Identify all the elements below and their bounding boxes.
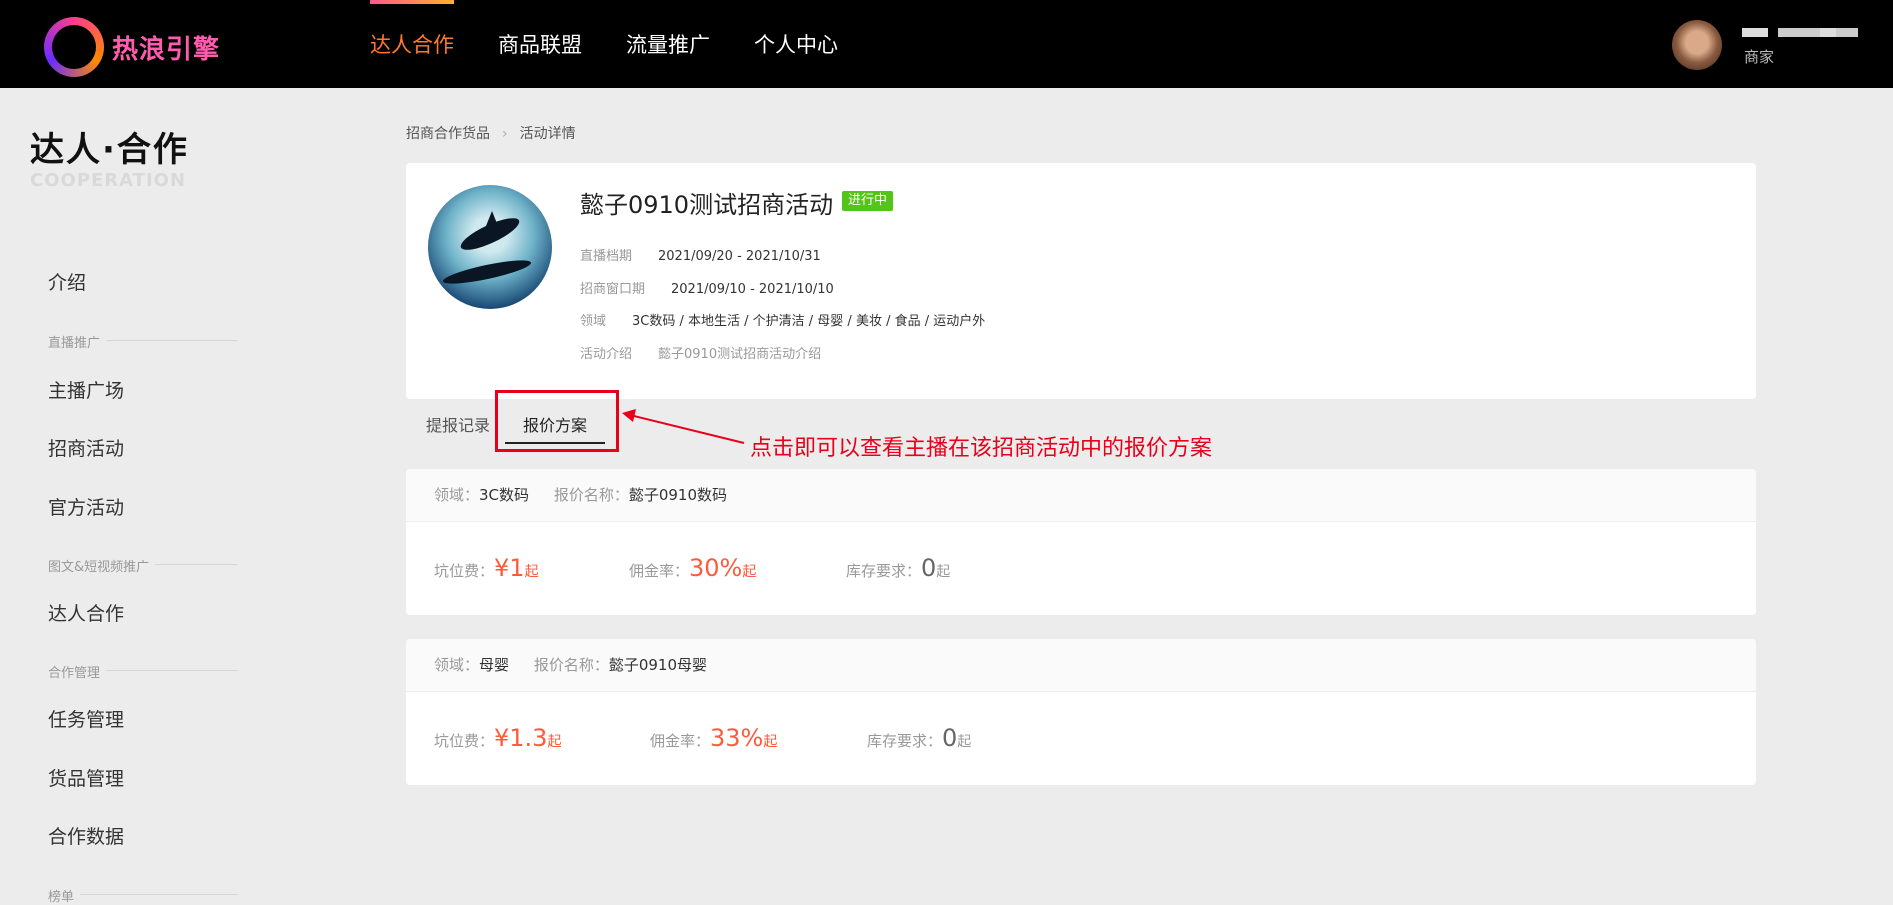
sidebar-group-live: 直播推广 — [48, 332, 238, 351]
quote-card: 领域：3C数码 报价名称：懿子0910数码 坑位费：¥1起 佣金率：30%起 库… — [406, 469, 1756, 615]
chevron-right-icon: › — [502, 126, 508, 142]
stock-requirement: 库存要求：0起 — [846, 554, 951, 582]
sidebar-item-daren-cooperation[interactable]: 达人合作 — [48, 599, 124, 626]
info-domain: 领域 3C数码 / 本地生活 / 个护清洁 / 母婴 / 美妆 / 食品 / 运动… — [580, 314, 986, 329]
activity-title: 懿子0910测试招商活动 — [580, 191, 834, 219]
user-name-redacted — [1742, 28, 1768, 37]
commission-rate: 佣金率：30%起 — [629, 554, 757, 582]
annotation-text: 点击即可以查看主播在该招商活动中的报价方案 — [750, 436, 1213, 461]
top-bar: 热浪引擎 达人合作 商品联盟 流量推广 个人中心 商家 — [0, 0, 1893, 88]
commission-rate: 佣金率：33%起 — [650, 724, 778, 752]
sidebar-item-cooperation-data[interactable]: 合作数据 — [48, 822, 124, 849]
sidebar-item-official-activity[interactable]: 官方活动 — [48, 493, 124, 520]
nav-liuliang-tuiguang[interactable]: 流量推广 — [626, 0, 710, 88]
user-menu[interactable]: 商家 — [1672, 18, 1882, 72]
status-badge: 进行中 — [842, 191, 894, 211]
brand-logo[interactable]: 热浪引擎 — [44, 15, 224, 77]
stock-requirement: 库存要求：0起 — [867, 724, 972, 752]
quote-header: 领域：3C数码 报价名称：懿子0910数码 — [406, 469, 1756, 522]
avatar[interactable] — [1672, 20, 1722, 70]
sidebar-item-anchor-square[interactable]: 主播广场 — [48, 376, 124, 403]
sidebar: 达人·合作 COOPERATION 介绍 直播推广 主播广场 招商活动 官方活动… — [0, 88, 270, 905]
logo-ring-icon — [44, 17, 104, 77]
activity-card: 懿子0910测试招商活动 进行中 直播档期 2021/09/20 - 2021/1… — [406, 163, 1756, 399]
info-window-period: 招商窗口期 2021/09/10 - 2021/10/10 — [580, 282, 834, 297]
slot-fee: 坑位费：¥1起 — [434, 554, 539, 582]
quote-card: 领域：母婴 报价名称：懿子0910母婴 坑位费：¥1.3起 佣金率：33%起 库… — [406, 639, 1756, 785]
info-live-period: 直播档期 2021/09/20 - 2021/10/31 — [580, 249, 821, 264]
logo-text: 热浪引擎 — [112, 35, 221, 65]
quote-header: 领域：母婴 报价名称：懿子0910母婴 — [406, 639, 1756, 692]
nav-daren-hezuo[interactable]: 达人合作 — [370, 0, 454, 88]
breadcrumb: 招商合作货品 › 活动详情 — [406, 123, 576, 143]
user-role: 商家 — [1744, 48, 1775, 66]
sidebar-item-intro[interactable]: 介绍 — [48, 268, 86, 295]
slot-fee: 坑位费：¥1.3起 — [434, 724, 562, 752]
sidebar-group-ranking: 榜单 — [48, 886, 238, 905]
breadcrumb-parent[interactable]: 招商合作货品 — [406, 126, 490, 142]
sidebar-item-goods-management[interactable]: 货品管理 — [48, 764, 124, 791]
info-intro: 活动介绍 懿子0910测试招商活动介绍 — [580, 347, 822, 362]
nav-shangpin-lianmeng[interactable]: 商品联盟 — [498, 0, 582, 88]
breadcrumb-current: 活动详情 — [519, 126, 576, 142]
sidebar-item-task-management[interactable]: 任务管理 — [48, 705, 124, 732]
tab-submission-records[interactable]: 提报记录 — [426, 412, 490, 436]
annotation-arrow-icon — [622, 409, 745, 444]
sidebar-item-merchant-activity[interactable]: 招商活动 — [48, 434, 124, 461]
sidebar-title: 达人·合作 — [30, 130, 189, 170]
nav-geren-zhongxin[interactable]: 个人中心 — [754, 0, 838, 88]
main-nav: 达人合作 商品联盟 流量推广 个人中心 — [370, 0, 882, 88]
annotation-highlight-box — [495, 390, 619, 452]
sidebar-group-video: 图文&短视频推广 — [48, 556, 238, 575]
activity-cover-image — [428, 185, 552, 309]
sidebar-group-manage: 合作管理 — [48, 662, 238, 681]
sidebar-subtitle: COOPERATION — [30, 170, 187, 191]
